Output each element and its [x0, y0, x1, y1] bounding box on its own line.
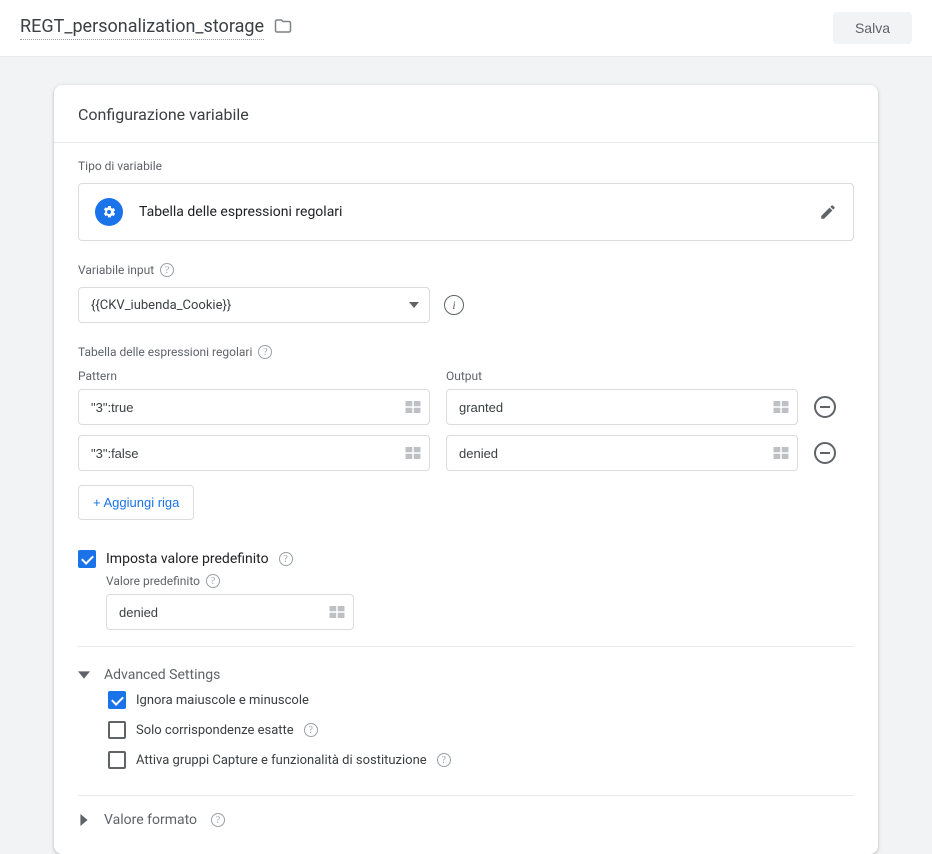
variable-picker-icon[interactable] [772, 445, 790, 461]
value-format-toggle[interactable]: Valore formato ? [78, 812, 854, 828]
output-header: Output [446, 369, 482, 383]
help-icon[interactable]: ? [206, 574, 220, 588]
variable-picker-icon[interactable] [404, 445, 422, 461]
table-row [78, 389, 854, 425]
chevron-down-icon [409, 300, 419, 310]
default-value-input[interactable] [106, 594, 354, 630]
advanced-settings-toggle[interactable]: Advanced Settings [78, 647, 854, 691]
output-input[interactable] [446, 435, 798, 471]
help-icon[interactable]: ? [304, 723, 318, 737]
page-header: REGT_personalization_storage Salva [0, 0, 932, 57]
set-default-label: Imposta valore predefinito [106, 551, 269, 567]
chevron-down-icon [78, 669, 90, 681]
remove-row-icon[interactable] [814, 442, 836, 464]
help-icon[interactable]: ? [160, 263, 174, 277]
set-default-check-line: Imposta valore predefinito ? [78, 550, 854, 568]
output-input[interactable] [446, 389, 798, 425]
add-row-button[interactable]: + Aggiungi riga [78, 485, 194, 520]
pattern-input[interactable] [78, 435, 430, 471]
capture-groups-label: Attiva gruppi Capture e funzionalità di … [136, 753, 427, 768]
gear-icon [95, 198, 123, 226]
config-card: Configurazione variabile Tipo di variabi… [54, 85, 878, 854]
variable-type-label: Tabella delle espressioni regolari [139, 204, 342, 220]
pattern-header: Pattern [78, 369, 430, 383]
help-icon[interactable]: ? [258, 345, 272, 359]
variable-picker-icon[interactable] [404, 399, 422, 415]
default-value-label: Valore predefinito ? [106, 574, 854, 588]
regex-table-label: Tabella delle espressioni regolari ? [78, 345, 854, 359]
input-variable-value: {{CKV_iubenda_Cookie}} [91, 298, 231, 313]
exact-match-label: Solo corrispondenze esatte [136, 723, 294, 738]
save-button[interactable]: Salva [833, 12, 912, 44]
folder-icon[interactable] [274, 17, 292, 39]
ignore-case-checkbox[interactable] [108, 691, 126, 709]
help-icon[interactable]: ? [211, 813, 225, 827]
page-title[interactable]: REGT_personalization_storage [20, 16, 264, 40]
set-default-checkbox[interactable] [78, 550, 96, 568]
regex-table: Pattern Output [78, 369, 854, 544]
capture-groups-checkbox[interactable] [108, 751, 126, 769]
exact-match-checkbox[interactable] [108, 721, 126, 739]
advanced-settings-body: Ignora maiuscole e minuscole Solo corris… [108, 691, 854, 795]
info-icon[interactable]: i [444, 295, 464, 315]
ignore-case-label: Ignora maiuscole e minuscole [136, 693, 309, 708]
type-section-label: Tipo di variabile [78, 159, 854, 173]
variable-type-box[interactable]: Tabella delle espressioni regolari [78, 183, 854, 241]
input-variable-select[interactable]: {{CKV_iubenda_Cookie}} [78, 287, 430, 323]
help-icon[interactable]: ? [437, 753, 451, 767]
card-title: Configurazione variabile [54, 85, 878, 143]
pattern-input[interactable] [78, 389, 430, 425]
input-var-label: Variabile input ? [78, 263, 854, 277]
chevron-right-icon [78, 814, 90, 826]
edit-icon[interactable] [819, 203, 837, 221]
remove-row-icon[interactable] [814, 396, 836, 418]
help-icon[interactable]: ? [279, 552, 293, 566]
table-row [78, 435, 854, 471]
value-format-label: Valore formato [104, 812, 197, 828]
variable-picker-icon[interactable] [772, 399, 790, 415]
variable-picker-icon[interactable] [328, 604, 346, 620]
advanced-settings-label: Advanced Settings [104, 667, 220, 683]
